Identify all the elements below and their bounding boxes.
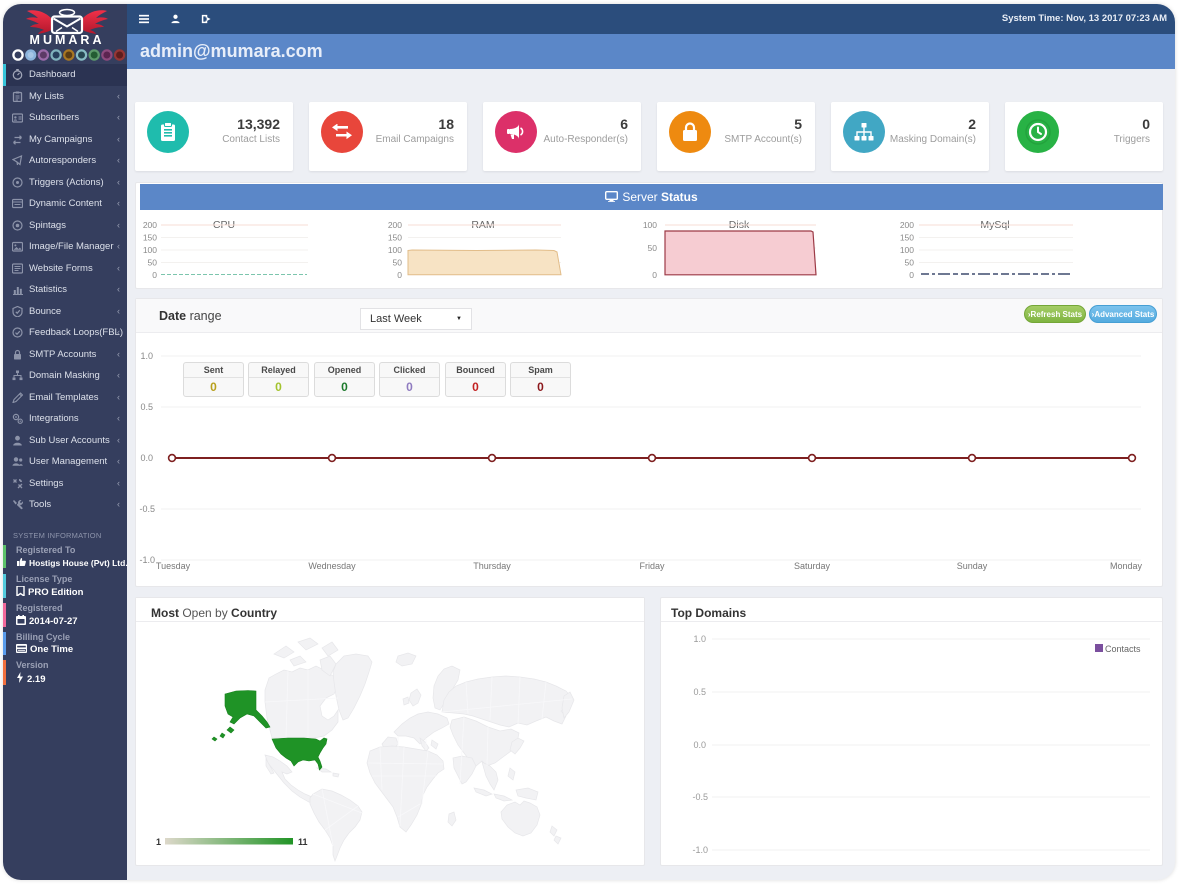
svg-text:1.0: 1.0 bbox=[693, 634, 706, 644]
svg-text:Friday: Friday bbox=[639, 561, 665, 571]
svg-text:Monday: Monday bbox=[1110, 561, 1143, 571]
svg-text:Thursday: Thursday bbox=[473, 561, 511, 571]
svg-text:0.0: 0.0 bbox=[693, 740, 706, 750]
svg-text:100: 100 bbox=[900, 245, 914, 255]
svg-text:0: 0 bbox=[909, 270, 914, 280]
svg-text:50: 50 bbox=[148, 258, 158, 268]
svg-text:Tuesday: Tuesday bbox=[156, 561, 191, 571]
svg-text:100: 100 bbox=[388, 245, 402, 255]
svg-text:0: 0 bbox=[397, 270, 402, 280]
svg-text:0: 0 bbox=[652, 270, 657, 280]
svg-text:50: 50 bbox=[393, 258, 403, 268]
svg-text:0.5: 0.5 bbox=[140, 402, 153, 412]
svg-text:150: 150 bbox=[388, 233, 402, 243]
svg-text:50: 50 bbox=[905, 258, 915, 268]
svg-text:0.5: 0.5 bbox=[693, 687, 706, 697]
svg-text:-1.0: -1.0 bbox=[692, 845, 708, 855]
svg-text:-0.5: -0.5 bbox=[139, 504, 155, 514]
svg-text:150: 150 bbox=[143, 233, 157, 243]
svg-text:150: 150 bbox=[900, 233, 914, 243]
svg-text:Contacts: Contacts bbox=[1105, 644, 1141, 654]
svg-text:-1.0: -1.0 bbox=[139, 555, 155, 565]
svg-text:1.0: 1.0 bbox=[140, 351, 153, 361]
svg-text:200: 200 bbox=[388, 220, 402, 230]
svg-text:1: 1 bbox=[156, 837, 161, 847]
svg-text:200: 200 bbox=[143, 220, 157, 230]
svg-text:0: 0 bbox=[152, 270, 157, 280]
svg-text:100: 100 bbox=[143, 245, 157, 255]
svg-text:Saturday: Saturday bbox=[794, 561, 831, 571]
svg-text:11: 11 bbox=[298, 837, 308, 847]
svg-text:Wednesday: Wednesday bbox=[308, 561, 356, 571]
svg-text:50: 50 bbox=[648, 243, 658, 253]
svg-text:Sunday: Sunday bbox=[957, 561, 988, 571]
svg-text:0.0: 0.0 bbox=[140, 453, 153, 463]
svg-text:200: 200 bbox=[900, 220, 914, 230]
svg-text:MUMARA: MUMARA bbox=[30, 33, 105, 47]
svg-text:100: 100 bbox=[643, 220, 657, 230]
svg-text:-0.5: -0.5 bbox=[692, 792, 708, 802]
